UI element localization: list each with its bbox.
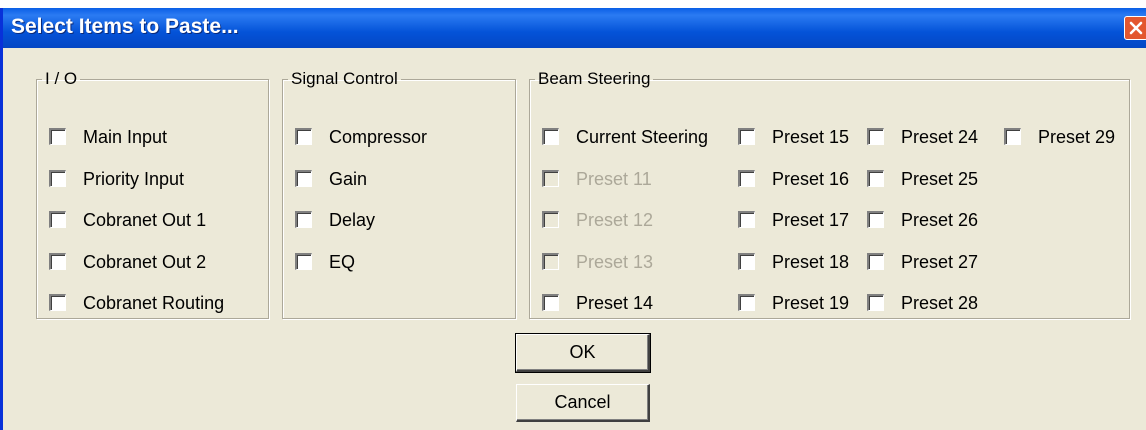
checkbox-box[interactable] [738, 128, 755, 145]
checkbox-label[interactable]: Preset 15 [772, 127, 849, 148]
checkbox-box[interactable] [295, 128, 312, 145]
checkbox-label: Preset 11 [576, 168, 652, 189]
checkbox-box [542, 211, 559, 228]
checkbox-box[interactable] [542, 294, 559, 311]
io-group-legend: I / O [45, 69, 78, 88]
checkbox-label[interactable]: Priority Input [83, 169, 184, 190]
checkbox-box[interactable] [738, 252, 755, 270]
checkbox-label: Preset 12 [576, 210, 654, 230]
checkbox-label[interactable]: Cobranet Routing [83, 293, 224, 314]
checkbox-label[interactable]: Cobranet Out 2 [83, 252, 206, 273]
checkbox-box[interactable] [49, 252, 66, 270]
checkbox-box[interactable] [49, 169, 66, 187]
checkbox-label[interactable]: Preset 24 [901, 127, 978, 148]
title-bar[interactable]: Select Items to Paste... [3, 8, 1146, 48]
checkbox-label[interactable]: Current Steering [576, 127, 708, 148]
checkbox-label[interactable]: Preset 18 [772, 252, 849, 273]
checkbox-box[interactable] [738, 294, 755, 311]
io-group: I / O Main Input Priority Input Cobranet O… [36, 69, 269, 319]
checkbox-box[interactable] [49, 211, 66, 228]
checkbox-box[interactable] [295, 252, 312, 270]
checkbox-label[interactable]: EQ [329, 252, 355, 273]
checkbox-box[interactable] [295, 169, 312, 187]
close-icon [1129, 21, 1143, 35]
checkbox-box [542, 169, 559, 187]
checkbox-label[interactable]: Cobranet Out 1 [83, 210, 206, 231]
checkbox-box[interactable] [542, 128, 559, 145]
dialog-title: Select Items to Paste... [11, 15, 239, 38]
checkbox-box[interactable] [1004, 128, 1021, 145]
checkbox-label[interactable]: Gain [329, 169, 367, 190]
cancel-button[interactable]: Cancel [516, 384, 650, 422]
checkbox-label[interactable]: Preset 17 [772, 210, 849, 231]
paste-dialog: Select Items to Paste... I / O Main Inpu… [0, 8, 1146, 430]
checkbox-label[interactable]: Preset 14 [576, 293, 653, 314]
checkbox-box[interactable] [867, 128, 884, 145]
checkbox-box[interactable] [867, 169, 884, 187]
checkbox-label[interactable]: Main Input [83, 127, 167, 148]
checkbox-box[interactable] [49, 294, 66, 311]
checkbox-box[interactable] [867, 294, 884, 311]
close-button[interactable] [1124, 16, 1146, 40]
checkbox-label[interactable]: Preset 25 [901, 169, 978, 190]
signal-control-group: Signal Control Compressor Gain Delay EQ [282, 69, 516, 319]
signal-control-legend: Signal Control [291, 69, 398, 88]
checkbox-box[interactable] [295, 211, 312, 228]
checkbox-label[interactable]: Preset 26 [901, 210, 978, 231]
ok-button[interactable]: OK [515, 333, 651, 373]
beam-steering-group: Beam Steering Current Steering Preset 11 P… [529, 69, 1130, 319]
beam-steering-legend: Beam Steering [538, 69, 651, 88]
checkbox-label[interactable]: Delay [329, 210, 375, 231]
checkbox-label[interactable]: Preset 29 [1038, 127, 1115, 148]
checkbox-label[interactable]: Preset 28 [901, 293, 978, 314]
checkbox-box[interactable] [867, 211, 884, 228]
checkbox-box[interactable] [738, 169, 755, 187]
checkbox-box[interactable] [738, 211, 755, 228]
checkbox-box[interactable] [49, 128, 66, 145]
checkbox-box[interactable] [867, 252, 884, 270]
checkbox-label[interactable]: Preset 19 [772, 293, 849, 314]
checkbox-label: Preset 13 [576, 251, 654, 272]
checkbox-box [542, 252, 559, 270]
checkbox-label[interactable]: Preset 27 [901, 252, 978, 273]
checkbox-label[interactable]: Preset 16 [772, 169, 849, 190]
checkbox-label[interactable]: Compressor [329, 127, 427, 148]
